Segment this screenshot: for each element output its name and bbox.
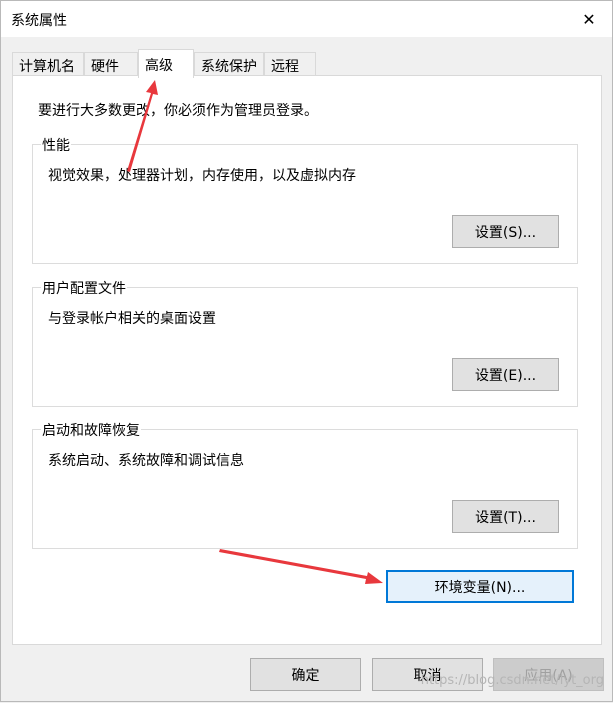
watermark-text: https://blog.csdn.net/lyt_org: [420, 673, 604, 688]
performance-settings-button[interactable]: 设置(S)...: [452, 215, 559, 248]
window-title: 系统属性: [11, 13, 67, 29]
user-profiles-group: 用户配置文件 与登录帐户相关的桌面设置 设置(E)...: [32, 278, 578, 407]
user-profiles-settings-button[interactable]: 设置(E)...: [452, 358, 559, 391]
startup-recovery-settings-button[interactable]: 设置(T)...: [452, 500, 559, 533]
performance-description: 视觉效果，处理器计划，内存使用，以及虚拟内存: [48, 168, 356, 184]
tab-system-protection[interactable]: 系统保护: [194, 52, 264, 76]
startup-recovery-group-title: 启动和故障恢复: [41, 420, 141, 440]
tab-advanced[interactable]: 高级: [138, 49, 194, 78]
title-bar: 系统属性 ✕: [1, 1, 612, 37]
admin-notice: 要进行大多数更改，你必须作为管理员登录。: [38, 103, 318, 119]
tab-hardware[interactable]: 硬件: [84, 52, 138, 76]
advanced-tab-panel: 要进行大多数更改，你必须作为管理员登录。 性能 视觉效果，处理器计划，内存使用，…: [12, 75, 602, 645]
performance-group-title: 性能: [41, 135, 71, 155]
tab-remote[interactable]: 远程: [264, 52, 316, 76]
startup-recovery-group: 启动和故障恢复 系统启动、系统故障和调试信息 设置(T)...: [32, 420, 578, 549]
performance-group: 性能 视觉效果，处理器计划，内存使用，以及虚拟内存 设置(S)...: [32, 135, 578, 264]
environment-variables-button[interactable]: 环境变量(N)...: [386, 570, 574, 603]
ok-button[interactable]: 确定: [250, 658, 361, 691]
system-properties-window: 系统属性 ✕ 计算机名 硬件 高级 系统保护 远程 要进行大多数更改，你必须作为…: [0, 0, 613, 702]
close-icon: ✕: [582, 9, 596, 29]
user-profiles-group-title: 用户配置文件: [41, 278, 127, 298]
startup-recovery-description: 系统启动、系统故障和调试信息: [48, 453, 244, 469]
tab-computer-name[interactable]: 计算机名: [12, 52, 84, 76]
close-button[interactable]: ✕: [566, 1, 612, 37]
user-profiles-description: 与登录帐户相关的桌面设置: [48, 311, 216, 327]
